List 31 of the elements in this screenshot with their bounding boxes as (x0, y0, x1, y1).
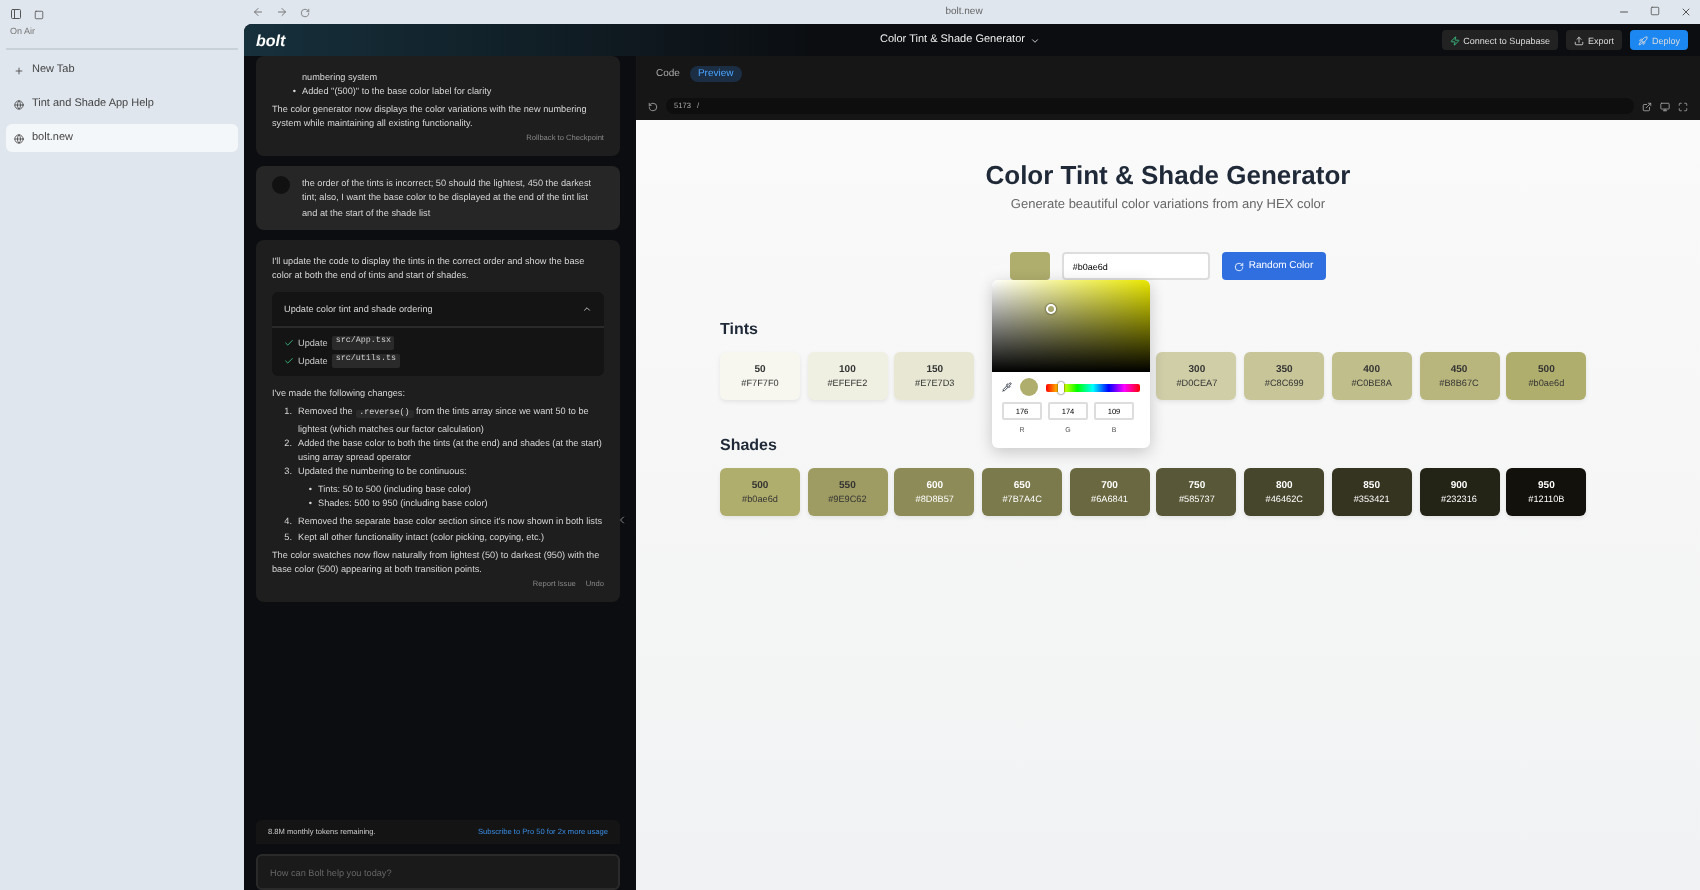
upload-icon (1573, 35, 1584, 45)
picker-handle[interactable] (1046, 304, 1056, 314)
page-title: Color Tint & Shade Generator (985, 160, 1351, 190)
current-color-dot (1020, 378, 1038, 396)
hue-slider[interactable] (1046, 383, 1140, 391)
chevron-down-icon (1030, 35, 1041, 45)
section-title: Shades (720, 436, 777, 454)
maximize-icon[interactable] (1650, 6, 1660, 16)
eyedropper-icon[interactable] (1002, 382, 1012, 392)
close-icon[interactable] (1680, 6, 1692, 18)
monitor-icon[interactable] (1660, 101, 1670, 111)
refresh-icon (1234, 261, 1245, 271)
collapse-icon[interactable] (616, 514, 628, 526)
reload-icon[interactable] (300, 7, 310, 17)
globe-icon (14, 99, 24, 109)
section-title: Tints (720, 320, 758, 338)
plus-icon (14, 65, 24, 75)
base-color-swatch[interactable] (1010, 252, 1051, 280)
tab-icon[interactable] (34, 9, 44, 19)
fullscreen-icon[interactable] (1678, 101, 1688, 111)
external-link-icon[interactable] (1642, 101, 1652, 111)
chevron-up-icon[interactable] (582, 303, 592, 314)
back-icon[interactable] (252, 6, 264, 18)
hue-slider-thumb[interactable] (1058, 381, 1065, 393)
lightning-icon (1449, 35, 1460, 45)
globe-icon (14, 133, 24, 143)
refresh-icon[interactable] (648, 101, 658, 111)
saturation-area[interactable] (992, 280, 1150, 372)
logo[interactable]: bolt (256, 31, 656, 49)
rocket-icon (1637, 35, 1648, 45)
sidebar-icon[interactable] (10, 8, 22, 20)
